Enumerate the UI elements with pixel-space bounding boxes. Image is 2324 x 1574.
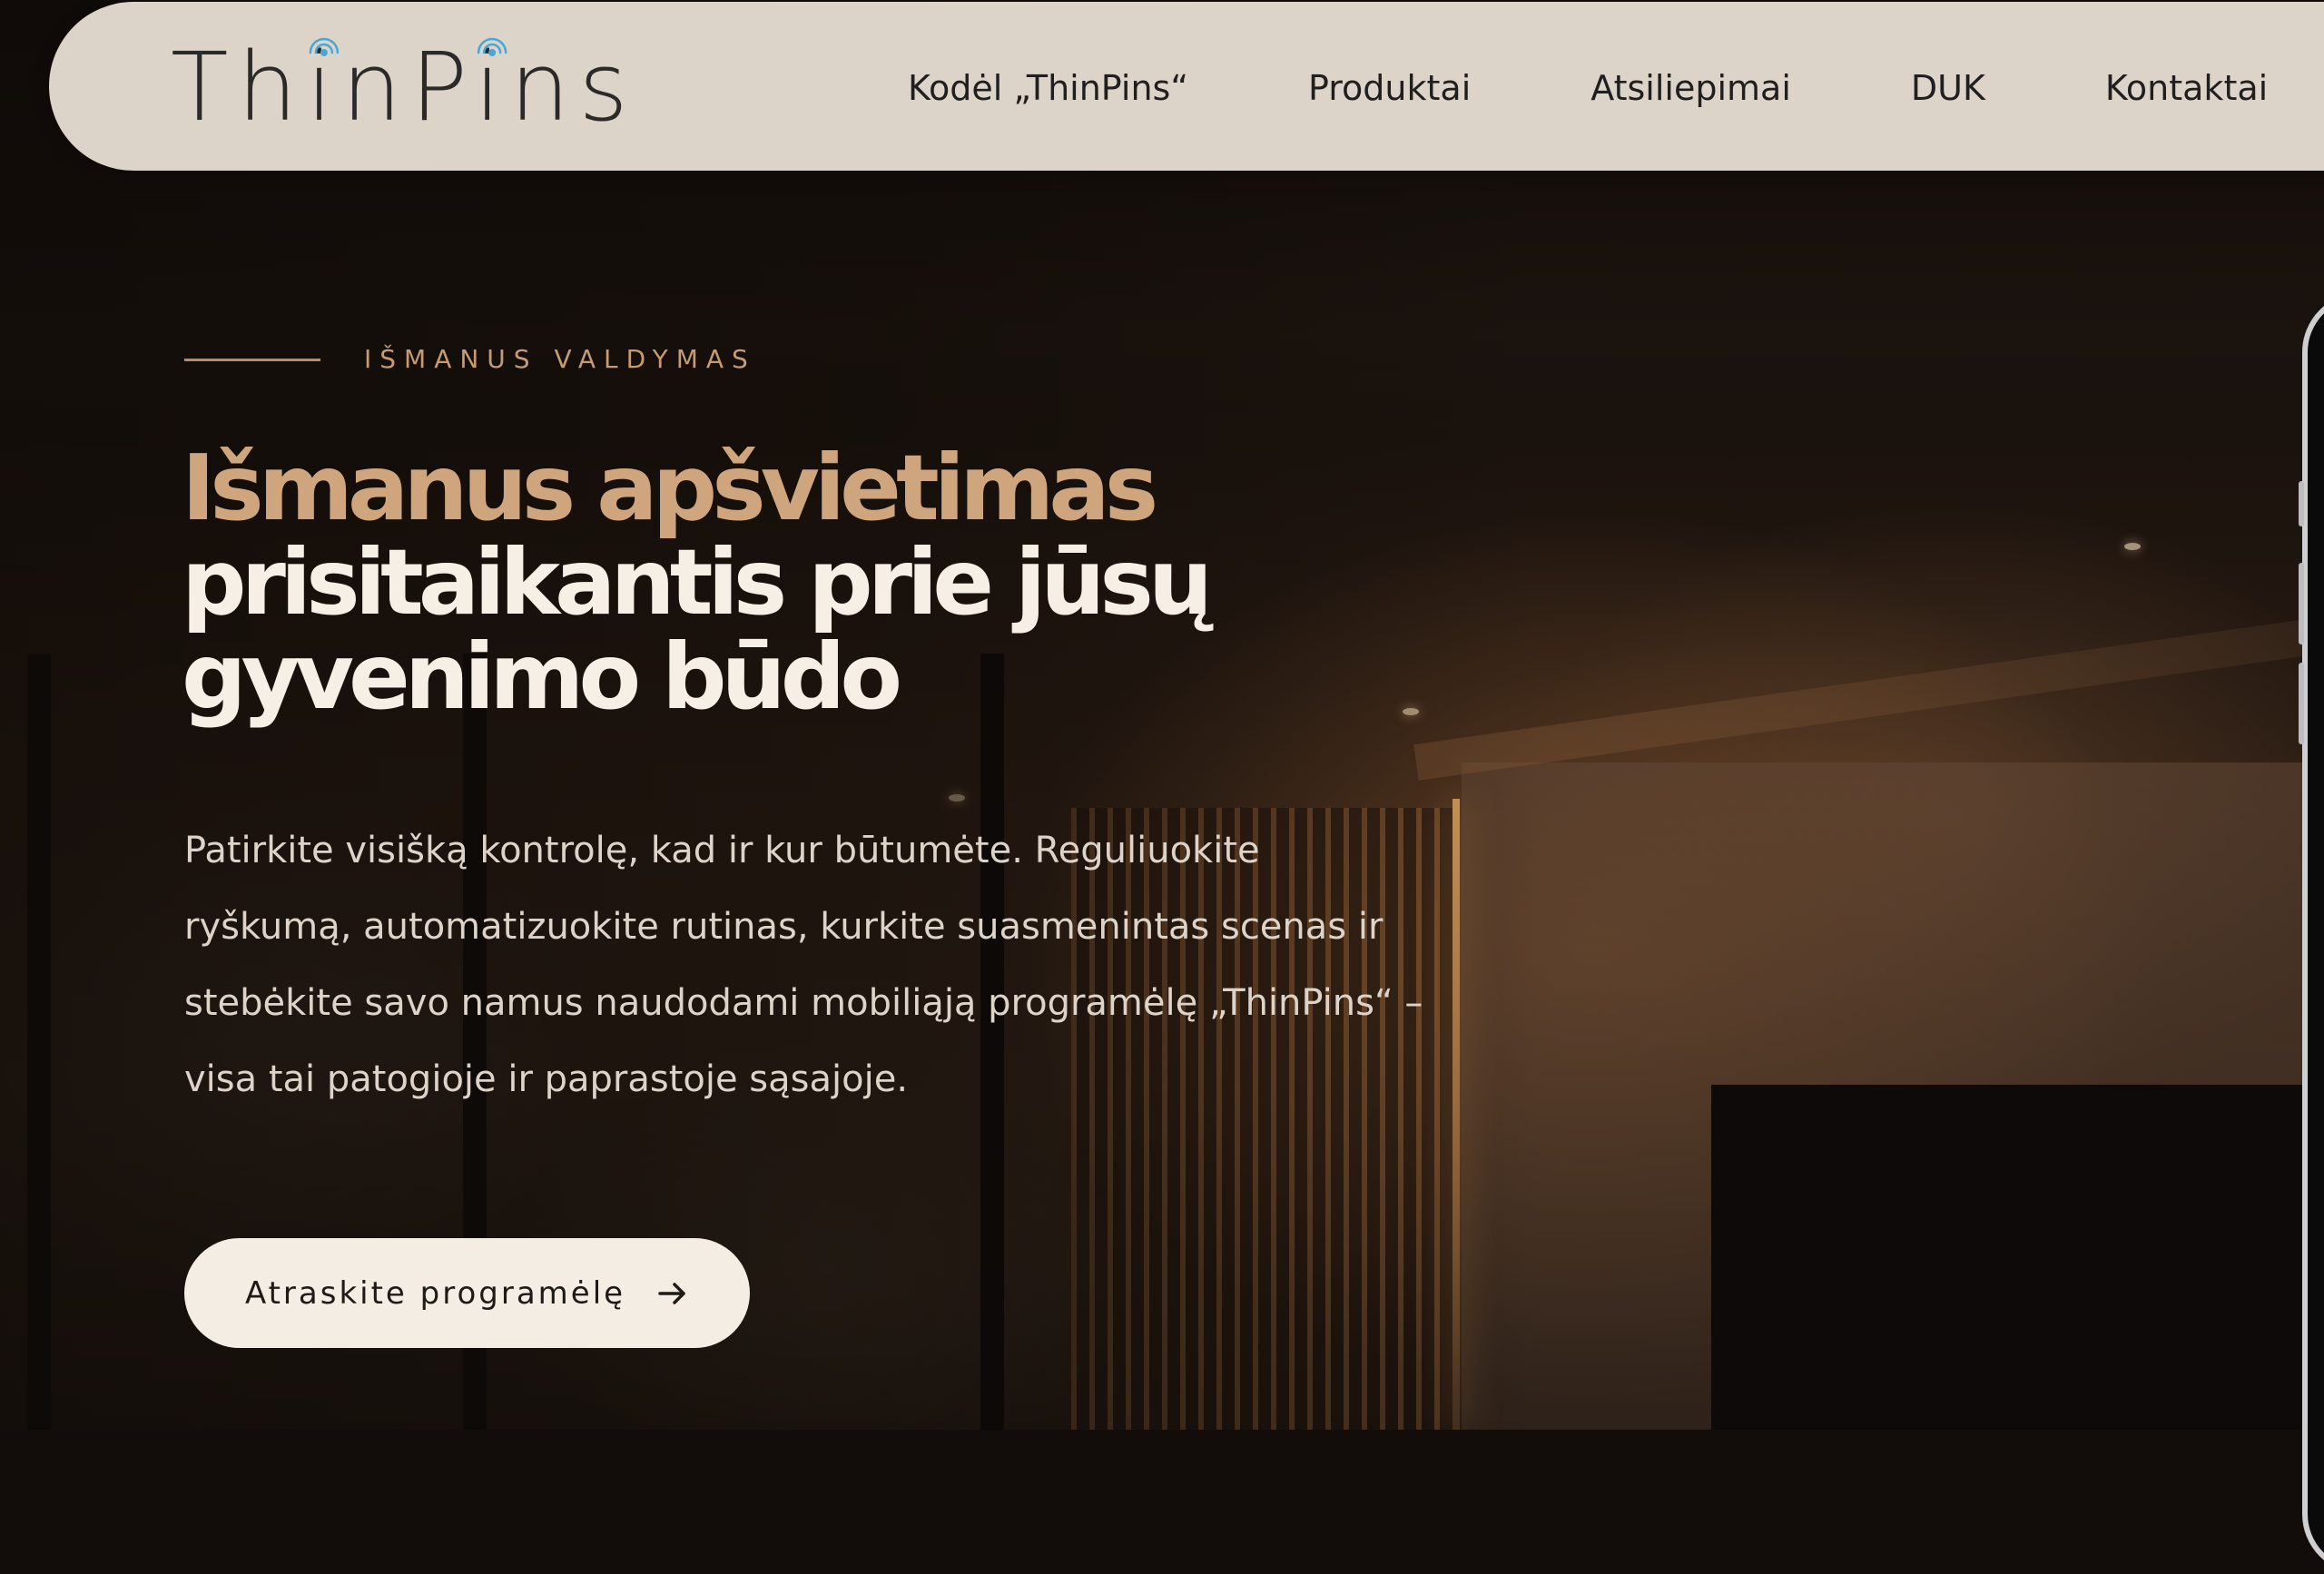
nav-item-why-thinpins[interactable]: Kodėl „ThinPins“: [908, 64, 1188, 113]
eyebrow-divider: [184, 358, 320, 361]
discover-app-button[interactable]: Atraskite programėlę: [184, 1238, 750, 1348]
nav-item-reviews[interactable]: Atsiliepimai: [1590, 64, 1791, 113]
hero-headline: Išmanus apšvietimas prisitaikantis prie …: [182, 441, 1452, 724]
downlight: [2124, 543, 2141, 550]
brand-logo[interactable]: ThinPins: [171, 32, 628, 143]
cta-label: Atraskite programėlę: [244, 1274, 626, 1312]
main-navigation: Kodėl „ThinPins“ Produktai Atsiliepimai …: [908, 64, 2268, 113]
phone-side-button: [2299, 663, 2304, 744]
nav-item-products[interactable]: Produktai: [1308, 64, 1471, 113]
hero-description: Patirkite visišką kontrolę, kad ir kur b…: [184, 830, 1423, 1100]
phone-mockup: [2302, 292, 2324, 1574]
eyebrow-text: IŠMANUS VALDYMAS: [364, 344, 756, 374]
tv-panel: [1711, 1085, 2324, 1430]
arrow-right-icon: [658, 1282, 685, 1304]
hero-eyebrow: IŠMANUS VALDYMAS: [184, 341, 756, 378]
headline-accent: Išmanus apšvietimas: [182, 435, 1158, 541]
ceiling-fan-blade: [1413, 618, 2319, 781]
logo-wordmark: ThinPins: [171, 36, 625, 136]
nav-item-contacts[interactable]: Kontaktai: [2105, 64, 2268, 113]
nav-item-faq[interactable]: DUK: [1911, 64, 1985, 113]
headline-main: prisitaikantis prie jūsų gyvenimo būdo: [182, 529, 1213, 730]
thinpins-logo-icon: ThinPins: [171, 32, 628, 143]
phone-side-button: [2299, 563, 2304, 644]
phone-side-button: [2299, 481, 2304, 526]
site-header: ThinPins Kodėl „ThinPins“ Produktai Atsi…: [49, 2, 2324, 171]
